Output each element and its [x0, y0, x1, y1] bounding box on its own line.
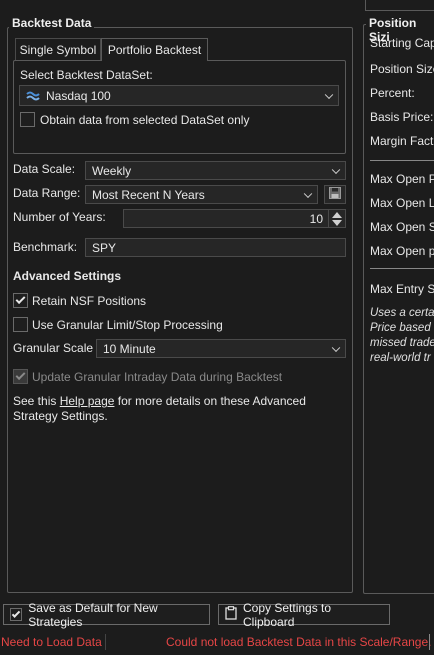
max-open-s-label: Max Open S — [370, 220, 434, 234]
divider — [370, 160, 434, 161]
basis-price-label: Basis Price: — [370, 110, 434, 124]
max-entry-label: Max Entry Si — [370, 282, 434, 296]
num-years-spinner[interactable] — [328, 209, 346, 228]
margin-factor-label: Margin Fact — [370, 134, 434, 148]
status-divider — [105, 634, 106, 650]
retain-nsf-checkbox[interactable] — [13, 293, 28, 308]
save-default-button[interactable]: Save as Default for New Strategies — [3, 601, 210, 629]
save-range-button[interactable] — [324, 185, 346, 204]
floppy-disk-icon — [329, 187, 341, 202]
granular-scale-value: 10 Minute — [103, 341, 156, 356]
tab-portfolio-backtest[interactable]: Portfolio Backtest — [101, 38, 208, 61]
update-granular-checkbox[interactable] — [13, 369, 28, 384]
save-default-label: Save as Default for New Strategies — [28, 600, 158, 629]
data-range-label: Data Range: — [13, 186, 81, 200]
position-note-line3: missed trade — [370, 337, 434, 349]
copy-settings-label: Copy Settings to Clipboard — [243, 600, 332, 629]
tab-single-symbol[interactable]: Single Symbol — [15, 38, 101, 60]
max-open-p-label: Max Open P — [370, 172, 434, 186]
obtain-only-checkbox[interactable] — [20, 112, 35, 127]
help-text: See this Help page for more details on t… — [13, 394, 306, 408]
benchmark-input[interactable]: SPY — [85, 238, 346, 257]
help-prefix: See this — [13, 394, 60, 408]
num-years-value: 10 — [309, 211, 323, 226]
benchmark-value: SPY — [92, 240, 117, 255]
granular-scale-label: Granular Scale — [13, 341, 94, 355]
obtain-only-label: Obtain data from selected DataSet only — [40, 113, 250, 127]
chevron-down-icon — [324, 90, 334, 99]
retain-nsf-label: Retain NSF Positions — [32, 294, 147, 308]
dataset-select[interactable]: Nasdaq 100 — [19, 85, 339, 106]
position-size-label: Position Size — [370, 62, 434, 76]
dataset-icon — [26, 90, 40, 102]
spin-down-icon[interactable] — [332, 220, 342, 226]
save-default-checkbox[interactable] — [10, 608, 23, 621]
chevron-down-icon — [331, 165, 341, 174]
data-range-value: Most Recent N Years — [92, 187, 205, 202]
help-text-line2: Strategy Settings. — [13, 409, 108, 423]
update-granular-label: Update Granular Intraday Data during Bac… — [32, 370, 283, 384]
benchmark-label: Benchmark: — [13, 240, 78, 254]
percent-label: Percent: — [370, 86, 415, 100]
data-scale-select[interactable]: Weekly — [85, 161, 346, 180]
granular-limit-checkbox[interactable] — [13, 317, 28, 332]
data-scale-label: Data Scale: — [13, 162, 76, 176]
check-icon — [11, 608, 21, 618]
check-icon — [15, 294, 26, 305]
help-suffix: for more details on these Advanced — [114, 394, 306, 408]
clipboard-icon — [225, 606, 237, 623]
granular-scale-select[interactable]: 10 Minute — [96, 339, 346, 358]
select-dataset-label: Select Backtest DataSet: — [20, 68, 153, 82]
chevron-down-icon — [331, 343, 341, 352]
copy-settings-button[interactable]: Copy Settings to Clipboard — [218, 601, 390, 629]
position-note-line4: real-world tr — [370, 352, 431, 364]
num-years-input[interactable]: 10 — [123, 209, 346, 228]
data-scale-value: Weekly — [92, 163, 132, 178]
position-top-box — [365, 0, 434, 11]
status-divider — [429, 634, 430, 650]
chevron-down-icon — [303, 189, 313, 198]
tab-portfolio-backtest-label: Portfolio Backtest — [107, 43, 202, 57]
tab-single-symbol-label: Single Symbol — [19, 42, 97, 57]
status-right: Could not load Backtest Data in this Sca… — [166, 635, 432, 649]
backtest-data-title: Backtest Data — [9, 16, 95, 30]
check-icon — [15, 370, 26, 381]
starting-capital-label: Starting Cap — [370, 36, 434, 50]
help-page-link[interactable]: Help page — [60, 394, 115, 408]
data-range-select[interactable]: Most Recent N Years — [85, 185, 318, 204]
position-note-line1: Uses a certa — [370, 307, 434, 319]
spin-up-icon[interactable] — [332, 212, 342, 218]
dataset-value: Nasdaq 100 — [46, 88, 111, 103]
num-years-label: Number of Years: — [13, 210, 106, 224]
max-open-p2-label: Max Open p — [370, 244, 434, 258]
position-note-line2: Price based — [370, 322, 431, 334]
max-open-l-label: Max Open L — [370, 196, 434, 210]
divider — [370, 268, 434, 269]
advanced-settings-title: Advanced Settings — [13, 269, 122, 283]
granular-limit-label: Use Granular Limit/Stop Processing — [32, 318, 223, 332]
status-left: Need to Load Data — [1, 635, 102, 649]
